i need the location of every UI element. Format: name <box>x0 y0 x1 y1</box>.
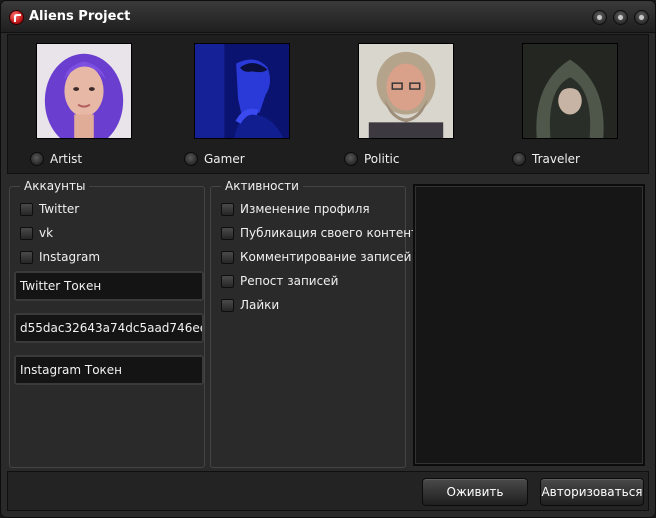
log-output-panel[interactable] <box>413 184 645 466</box>
revive-button[interactable]: Оживить <box>422 478 528 506</box>
profile-change-checkbox[interactable] <box>221 202 234 216</box>
title-bar[interactable]: Aliens Project <box>1 1 655 33</box>
authorize-button[interactable]: Авторизоваться <box>540 478 644 506</box>
artist-avatar <box>36 43 132 139</box>
main-window: Aliens Project Artist Gamer Politic Trav… <box>0 0 656 518</box>
minimize-button[interactable] <box>592 10 607 25</box>
close-button[interactable] <box>634 10 649 25</box>
traveler-label: Traveler <box>532 152 580 166</box>
instagram-label: Instagram <box>39 250 101 264</box>
politic-radio[interactable] <box>344 152 358 166</box>
profile-option-traveler[interactable]: Traveler <box>512 151 580 167</box>
repost-label: Репост записей <box>240 274 339 288</box>
activity-repost[interactable]: Репост записей <box>221 273 338 289</box>
vk-label: vk <box>39 226 54 240</box>
likes-checkbox[interactable] <box>221 298 234 312</box>
politic-label: Politic <box>364 152 400 166</box>
activity-likes[interactable]: Лайки <box>221 297 279 313</box>
profile-option-politic[interactable]: Politic <box>344 151 399 167</box>
publish-content-label: Публикация своего контента <box>240 226 426 240</box>
account-vk[interactable]: vk <box>20 225 53 241</box>
twitter-token-field[interactable]: Twitter Токен <box>14 271 204 301</box>
activities-title: Активности <box>221 179 303 193</box>
twitter-label: Twitter <box>39 202 80 216</box>
account-twitter[interactable]: Twitter <box>20 201 79 217</box>
activity-publish-content[interactable]: Публикация своего контента <box>221 225 425 241</box>
likes-label: Лайки <box>240 298 280 312</box>
publish-content-checkbox[interactable] <box>221 226 234 240</box>
vk-checkbox[interactable] <box>20 226 33 240</box>
vk-token-field[interactable]: d55dac32643a74dc5aad746ee7d0( <box>14 313 204 343</box>
gamer-avatar <box>194 43 290 139</box>
commenting-checkbox[interactable] <box>221 250 234 264</box>
profile-selector-panel: Artist Gamer Politic Traveler <box>7 34 649 174</box>
artist-radio[interactable] <box>30 152 44 166</box>
instagram-checkbox[interactable] <box>20 250 33 264</box>
commenting-label: Комментирование записей <box>240 250 412 264</box>
action-bar: Оживить Авторизоваться <box>7 471 649 511</box>
repost-checkbox[interactable] <box>221 274 234 288</box>
traveler-radio[interactable] <box>512 152 526 166</box>
profile-option-artist[interactable]: Artist <box>30 151 82 167</box>
activity-profile-change[interactable]: Изменение профиля <box>221 201 370 217</box>
traveler-avatar <box>522 43 618 139</box>
profile-change-label: Изменение профиля <box>240 202 370 216</box>
twitter-checkbox[interactable] <box>20 202 33 216</box>
gamer-radio[interactable] <box>184 152 198 166</box>
politic-avatar <box>358 43 454 139</box>
activity-commenting[interactable]: Комментирование записей <box>221 249 411 265</box>
accounts-title: Аккаунты <box>20 179 90 193</box>
maximize-button[interactable] <box>613 10 628 25</box>
app-logo-icon <box>9 10 24 25</box>
artist-label: Artist <box>50 152 83 166</box>
instagram-token-field[interactable]: Instagram Токен <box>14 355 204 385</box>
accounts-group: Аккаунты Twitter vk Instagram Twitter То… <box>9 179 205 468</box>
account-instagram[interactable]: Instagram <box>20 249 100 265</box>
activities-group: Активности Изменение профиля Публикация … <box>210 179 425 468</box>
profile-option-gamer[interactable]: Gamer <box>184 151 245 167</box>
gamer-label: Gamer <box>204 152 245 166</box>
window-title: Aliens Project <box>29 9 131 24</box>
